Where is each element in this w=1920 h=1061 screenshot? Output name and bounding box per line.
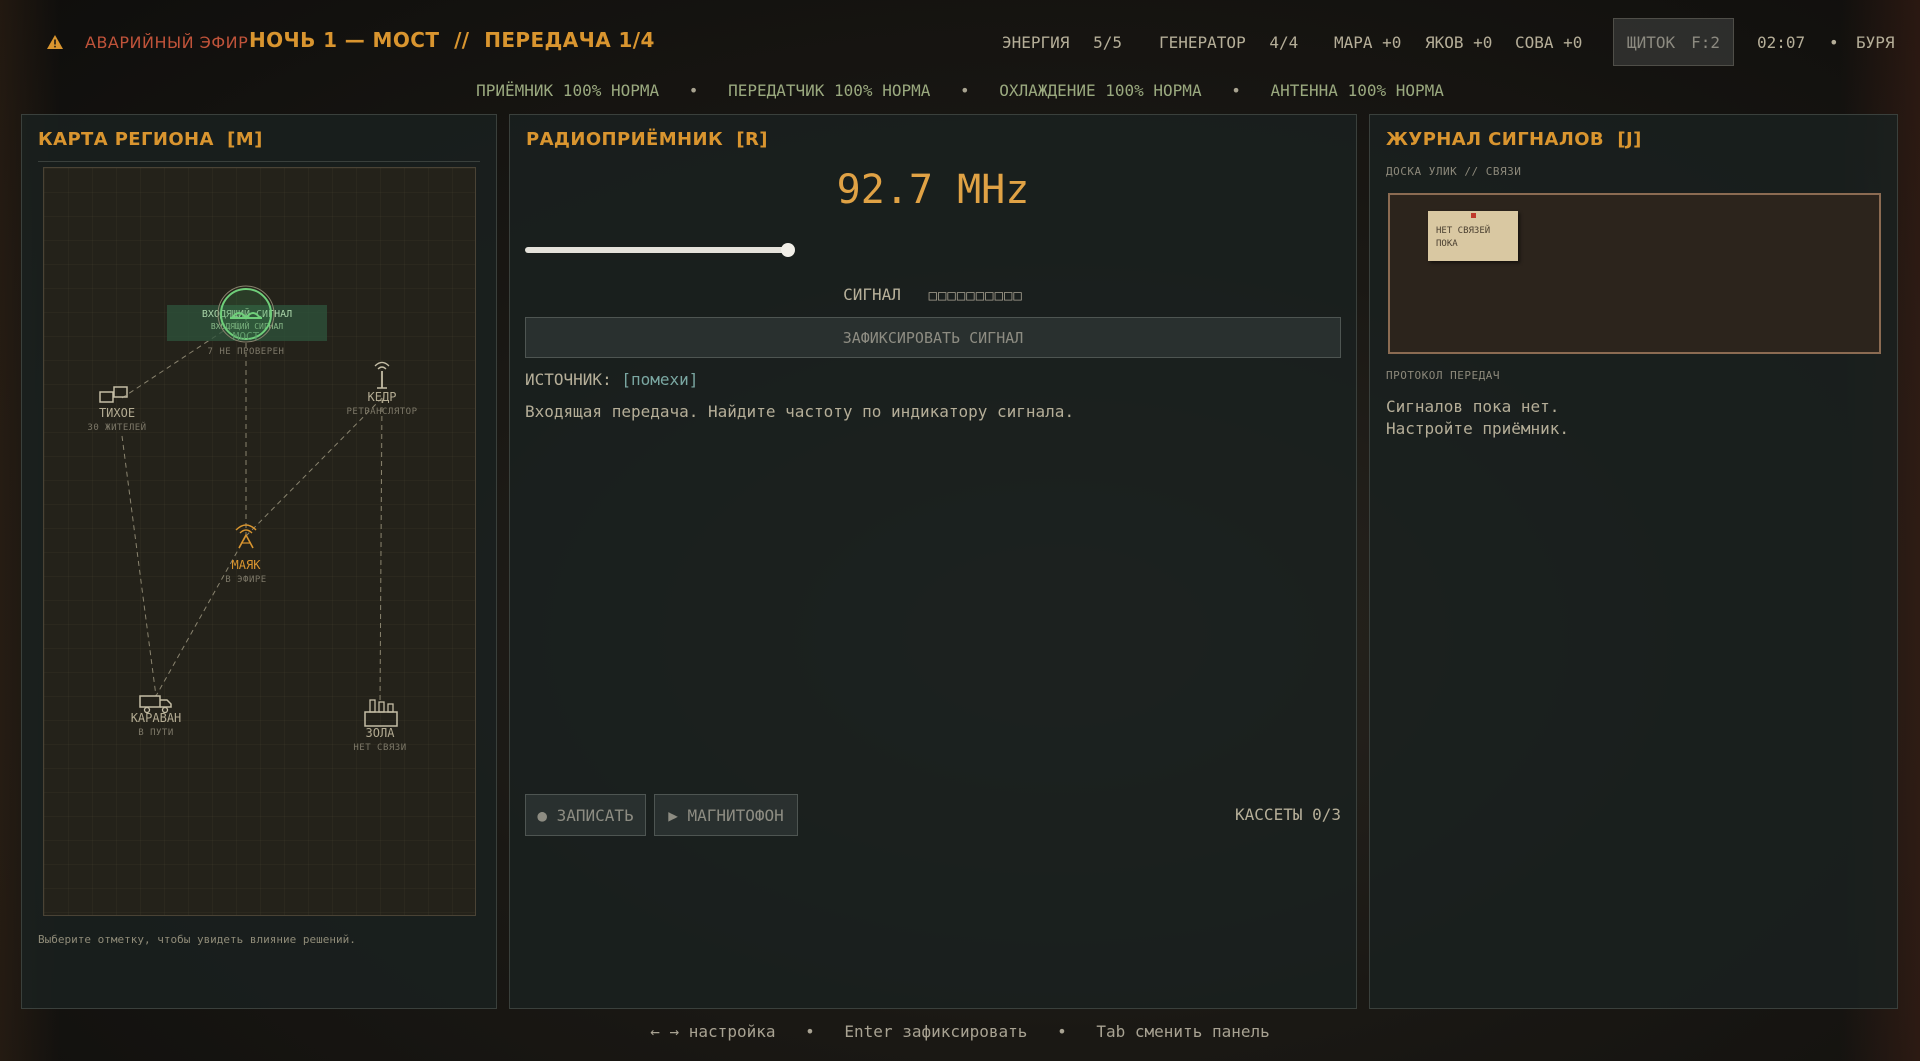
cassettes-counter: КАССЕТЫ 0/3 — [1235, 805, 1341, 824]
region-map[interactable]: ВХОДЯЩИЙ СИГНАЛ ВХОДЯЩИЙ СИГНАЛ МОСТ 7 Н… — [43, 167, 476, 916]
receiver-status: ПРИЁМНИК 100% НОРМА — [476, 81, 660, 100]
alarm-label: АВАРИЙНЫЙ ЭФИР — [85, 33, 249, 52]
night-title: НОЧЬ 1 — МОСТ // ПЕРЕДАЧА 1/4 — [249, 28, 655, 52]
controls-hint: ← → настройка • Enter зафиксировать • Ta… — [0, 1022, 1920, 1041]
journal-message-line: Сигналов пока нет. — [1386, 397, 1560, 416]
record-button[interactable]: ● ЗАПИСАТЬ — [525, 794, 646, 836]
map-node-zola-name: ЗОЛА — [365, 726, 395, 740]
map-node-most-status: 7 НЕ ПРОВЕРЕН — [207, 347, 285, 357]
weather: БУРЯ — [1856, 33, 1895, 52]
separator-dot: • — [960, 81, 970, 100]
board-note-text: НЕТ СВЯЗЕЙ ПОКА — [1436, 226, 1491, 249]
journal-message-line: Настройте приёмник. — [1386, 419, 1570, 438]
energy-stat: ЭНЕРГИЯ 5/5 — [1002, 33, 1122, 52]
protocol-label: ПРОТОКОЛ ПЕРЕДАЧ — [1386, 369, 1500, 382]
antenna-status: АНТЕННА 100% НОРМА — [1270, 81, 1444, 100]
transmitter-status: ПЕРЕДАТЧИК 100% НОРМА — [728, 81, 931, 100]
energy-value: 5/5 — [1093, 33, 1122, 52]
yakov-stat: ЯКОВ +0 — [1425, 33, 1493, 52]
map-panel: КАРТА РЕГИОНА [M] ВХОДЯЩИЙ СИГНАЛ ВХОДЯЩ… — [21, 114, 497, 1009]
lock-signal-button[interactable]: ЗАФИКСИРОВАТЬ СИГНАЛ — [525, 317, 1341, 358]
map-node-mayak-name: МАЯК — [231, 558, 261, 572]
sova-stat: СОВА +0 — [1515, 33, 1583, 52]
separator-dot: • — [1829, 33, 1839, 52]
map-node-kedr-status: РЕТРАНСЛЯТОР — [346, 407, 418, 417]
signal-bars: □□□□□□□□□□ — [928, 288, 1023, 304]
signal-label: СИГНАЛ — [843, 285, 901, 304]
map-node-karavan-status: В ПУТИ — [138, 728, 174, 738]
separator-dot: • — [688, 81, 699, 100]
factory-icon — [364, 699, 398, 727]
journal-panel: ЖУРНАЛ СИГНАЛОВ [J] ДОСКА УЛИК // СВЯЗИ … — [1369, 114, 1898, 1009]
pin-icon — [1471, 213, 1476, 218]
tuning-slider-track[interactable] — [525, 247, 790, 253]
radio-hint: Входящая передача. Найдите частоту по ин… — [525, 402, 1075, 421]
map-node-tihoe-status: 30 ЖИТЕЛЕЙ — [87, 423, 147, 433]
radio-title: РАДИОПРИЁМНИК [R] — [526, 129, 768, 150]
radio-panel: РАДИОПРИЁМНИК [R] 92.7 MHz СИГНАЛ □□□□□□… — [509, 114, 1357, 1009]
evidence-board[interactable]: НЕТ СВЯЗЕЙ ПОКА — [1388, 193, 1881, 354]
map-node-zola-status: НЕТ СВЯЗИ — [353, 743, 407, 753]
mara-stat: МАРА +0 — [1334, 33, 1402, 52]
hint-enter: Enter зафиксировать — [844, 1022, 1028, 1041]
map-node-kedr-name: КЕДР — [367, 390, 397, 404]
tape-recorder-button[interactable]: ▶ МАГНИТОФОН — [654, 794, 798, 836]
source-label: ИСТОЧНИК: — [525, 370, 612, 389]
clock: 02:07 — [1757, 33, 1806, 52]
beacon-icon — [235, 524, 257, 549]
journal-title: ЖУРНАЛ СИГНАЛОВ [J] — [1386, 129, 1642, 150]
generator-label: ГЕНЕРАТОР — [1159, 33, 1246, 52]
hint-tab: Tab сменить панель — [1096, 1022, 1270, 1041]
cooling-status: ОХЛАЖДЕНИЕ 100% НОРМА — [999, 81, 1202, 100]
map-node-most-name: МОСТ — [232, 330, 260, 343]
top-bar: АВАРИЙНЫЙ ЭФИР НОЧЬ 1 — МОСТ // ПЕРЕДАЧА… — [0, 14, 1920, 70]
frequency-display: 92.7 MHz — [836, 167, 1030, 213]
journal-message: Сигналов пока нет. Настройте приёмник. — [1386, 396, 1569, 440]
system-status-line: ПРИЁМНИК 100% НОРМА • ПЕРЕДАТЧИК 100% НО… — [0, 81, 1920, 100]
panel-button[interactable]: ЩИТОК F:2 — [1613, 18, 1734, 66]
village-icon — [99, 386, 128, 403]
hint-tune: ← → настройка — [650, 1022, 776, 1041]
source-line: ИСТОЧНИК: [помехи] — [525, 370, 698, 389]
map-node-tihoe-name: ТИХОЕ — [98, 406, 136, 420]
panel-button-label: ЩИТОК — [1626, 32, 1676, 52]
map-title: КАРТА РЕГИОНА [M] — [38, 129, 263, 150]
signal-meter: СИГНАЛ □□□□□□□□□□ — [510, 285, 1356, 304]
board-note[interactable]: НЕТ СВЯЗЕЙ ПОКА — [1428, 211, 1518, 261]
generator-stat: ГЕНЕРАТОР 4/4 — [1159, 33, 1298, 52]
tuning-slider-thumb[interactable] — [781, 243, 795, 257]
separator-dot: • — [1231, 81, 1241, 100]
energy-label: ЭНЕРГИЯ — [1002, 33, 1070, 52]
generator-value: 4/4 — [1269, 33, 1299, 52]
divider — [38, 161, 480, 162]
evidence-board-label: ДОСКА УЛИК // СВЯЗИ — [1386, 165, 1522, 178]
relay-tower-icon — [374, 361, 390, 389]
map-hint: Выберите отметку, чтобы увидеть влияние … — [38, 933, 356, 946]
source-value: [помехи] — [621, 370, 699, 389]
warning-icon — [47, 35, 63, 49]
separator-dot: • — [1057, 1022, 1067, 1041]
panel-button-key: F:2 — [1691, 32, 1721, 52]
map-node-mayak-status: В ЭФИРЕ — [225, 575, 267, 585]
map-node-karavan-name: КАРАВАН — [130, 711, 182, 725]
separator-dot: • — [805, 1022, 815, 1041]
